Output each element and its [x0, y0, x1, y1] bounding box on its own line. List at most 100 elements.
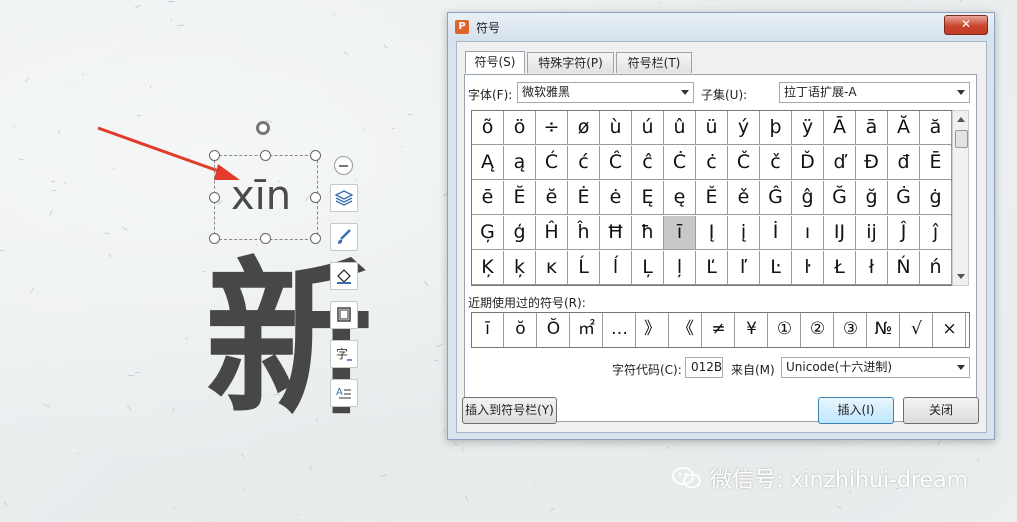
- symbol-cell[interactable]: Ą: [472, 146, 504, 180]
- symbol-cell[interactable]: ĺ: [600, 251, 632, 285]
- symbol-cell[interactable]: Ċ: [664, 146, 696, 180]
- symbol-cell[interactable]: ģ: [504, 216, 536, 250]
- symbol-cell[interactable]: Ľ: [696, 251, 728, 285]
- symbol-cell[interactable]: õ: [472, 111, 504, 145]
- close-button[interactable]: 关闭: [903, 397, 979, 424]
- recent-symbol-cell[interactable]: 《: [670, 313, 702, 347]
- symbol-cell[interactable]: Ā: [824, 111, 856, 145]
- symbol-cell[interactable]: ķ: [504, 251, 536, 285]
- from-select[interactable]: Unicode(十六进制): [781, 357, 970, 378]
- subset-select[interactable]: 拉丁语扩展-A: [779, 82, 970, 103]
- symbol-cell[interactable]: ě: [728, 181, 760, 215]
- symbol-cell[interactable]: ı: [792, 216, 824, 250]
- symbol-cell[interactable]: ē: [472, 181, 504, 215]
- symbol-cell[interactable]: ċ: [696, 146, 728, 180]
- outline-button[interactable]: [330, 301, 358, 329]
- brush-button[interactable]: [330, 223, 358, 251]
- resize-handle[interactable]: [260, 150, 271, 161]
- tab-special-chars[interactable]: 特殊字符(P): [527, 52, 614, 73]
- symbol-cell[interactable]: Ğ: [824, 181, 856, 215]
- resize-handle[interactable]: [310, 233, 321, 244]
- symbol-cell[interactable]: Ġ: [888, 181, 920, 215]
- symbol-cell[interactable]: Ę: [632, 181, 664, 215]
- text-format-button[interactable]: A: [330, 379, 358, 407]
- symbol-cell[interactable]: ù: [600, 111, 632, 145]
- symbol-cell[interactable]: Ă: [888, 111, 920, 145]
- symbol-cell[interactable]: Ĕ: [504, 181, 536, 215]
- symbol-cell[interactable]: Ħ: [600, 216, 632, 250]
- symbol-cell[interactable]: ĥ: [568, 216, 600, 250]
- symbol-cell[interactable]: Ć: [536, 146, 568, 180]
- recent-symbol-cell[interactable]: ¥: [736, 313, 768, 347]
- recent-symbol-cell[interactable]: …: [604, 313, 636, 347]
- scroll-up-icon[interactable]: [957, 117, 965, 122]
- symbol-cell[interactable]: þ: [760, 111, 792, 145]
- symbol-cell[interactable]: ė: [600, 181, 632, 215]
- symbol-cell[interactable]: Ĵ: [888, 216, 920, 250]
- symbol-cell[interactable]: ď: [824, 146, 856, 180]
- symbol-cell[interactable]: ĳ: [856, 216, 888, 250]
- tab-symbol-bar[interactable]: 符号栏(T): [616, 52, 692, 73]
- collapse-minus-icon[interactable]: [334, 156, 353, 175]
- symbol-cell[interactable]: ŀ: [792, 251, 824, 285]
- resize-handle[interactable]: [310, 150, 321, 161]
- symbol-cell[interactable]: Ģ: [472, 216, 504, 250]
- symbol-cell[interactable]: ø: [568, 111, 600, 145]
- symbol-cell[interactable]: Ē: [920, 146, 952, 180]
- resize-handle[interactable]: [260, 233, 271, 244]
- text-effect-button[interactable]: 字: [330, 340, 358, 368]
- symbol-cell[interactable]: Ė: [568, 181, 600, 215]
- recent-symbol-cell[interactable]: ①: [769, 313, 801, 347]
- symbol-cell[interactable]: ĸ: [536, 251, 568, 285]
- symbol-cell[interactable]: ā: [856, 111, 888, 145]
- symbol-cell[interactable]: Ļ: [632, 251, 664, 285]
- symbol-cell[interactable]: û: [664, 111, 696, 145]
- symbol-cell[interactable]: ń: [920, 251, 952, 285]
- symbol-cell[interactable]: Ŀ: [760, 251, 792, 285]
- symbol-cell[interactable]: Ĝ: [760, 181, 792, 215]
- symbol-cell[interactable]: ú: [632, 111, 664, 145]
- recent-symbol-cell[interactable]: ≠: [703, 313, 735, 347]
- fill-button[interactable]: [330, 262, 358, 290]
- symbol-cell[interactable]: ļ: [664, 251, 696, 285]
- symbol-cell[interactable]: ă: [920, 111, 952, 145]
- window-close-button[interactable]: ✕: [944, 15, 988, 35]
- recent-symbol-cell[interactable]: ŏ: [505, 313, 537, 347]
- symbol-cell[interactable]: ğ: [856, 181, 888, 215]
- layers-button[interactable]: [330, 184, 358, 212]
- scroll-thumb[interactable]: [955, 130, 968, 148]
- symbol-cell[interactable]: ī: [664, 216, 696, 250]
- resize-handle[interactable]: [209, 233, 220, 244]
- symbol-cell[interactable]: Ď: [792, 146, 824, 180]
- recent-symbol-cell[interactable]: ī: [472, 313, 504, 347]
- symbol-cell[interactable]: ą: [504, 146, 536, 180]
- symbol-cell[interactable]: ġ: [920, 181, 952, 215]
- recent-symbol-cell[interactable]: Ŏ: [538, 313, 570, 347]
- char-code-input[interactable]: 012B: [685, 357, 723, 378]
- resize-handle[interactable]: [310, 192, 321, 203]
- font-select[interactable]: 微软雅黑: [517, 82, 694, 103]
- symbol-cell[interactable]: č: [760, 146, 792, 180]
- symbol-cell[interactable]: ý: [728, 111, 760, 145]
- recent-symbol-cell[interactable]: ㎡: [571, 313, 603, 347]
- symbol-cell[interactable]: į: [728, 216, 760, 250]
- symbol-cell[interactable]: ü: [696, 111, 728, 145]
- symbol-grid-scrollbar[interactable]: [952, 110, 969, 286]
- symbol-cell[interactable]: ö: [504, 111, 536, 145]
- symbol-cell[interactable]: đ: [888, 146, 920, 180]
- scroll-down-icon[interactable]: [957, 274, 965, 279]
- tab-symbols[interactable]: 符号(S): [465, 51, 525, 74]
- symbol-cell[interactable]: ĕ: [536, 181, 568, 215]
- symbol-cell[interactable]: ĵ: [920, 216, 952, 250]
- dialog-titlebar[interactable]: P 符号 ✕: [448, 13, 994, 41]
- recent-symbol-cell[interactable]: 》: [637, 313, 669, 347]
- symbol-cell[interactable]: Ě: [696, 181, 728, 215]
- recent-symbol-cell[interactable]: №: [868, 313, 900, 347]
- symbol-cell[interactable]: ĉ: [632, 146, 664, 180]
- resize-handle[interactable]: [209, 192, 220, 203]
- symbol-cell[interactable]: ĝ: [792, 181, 824, 215]
- symbol-cell[interactable]: ÷: [536, 111, 568, 145]
- recent-symbol-cell[interactable]: ②: [802, 313, 834, 347]
- symbol-cell[interactable]: ÿ: [792, 111, 824, 145]
- symbol-cell[interactable]: Ķ: [472, 251, 504, 285]
